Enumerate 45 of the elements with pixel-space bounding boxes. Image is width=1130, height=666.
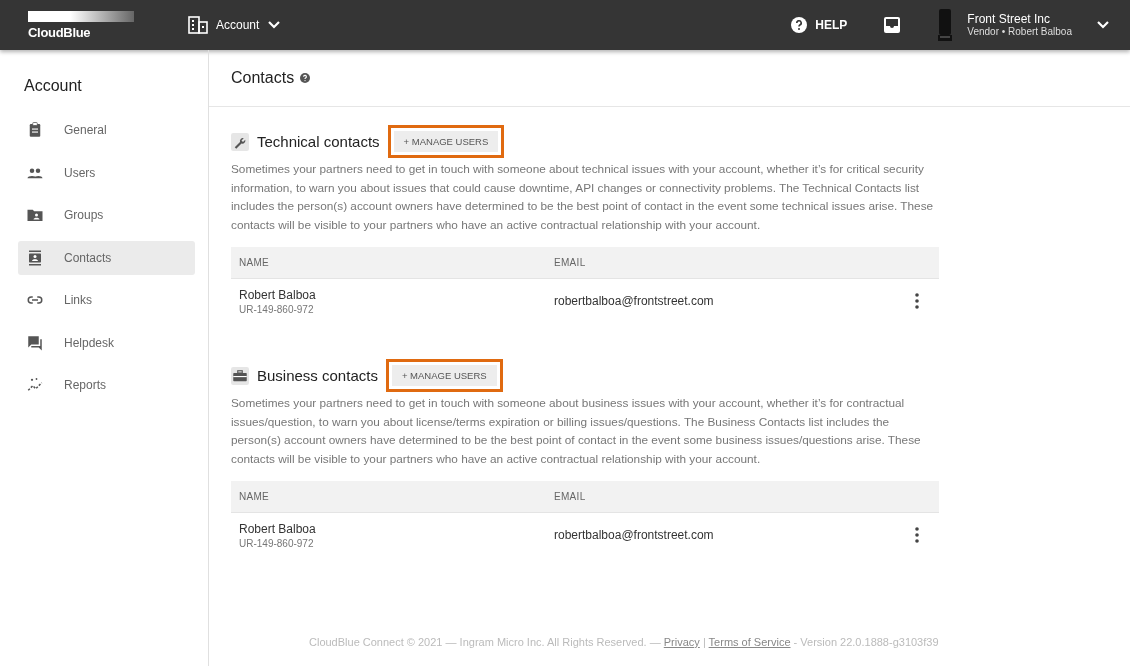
manage-users-button[interactable]: + MANAGE USERS [385, 359, 503, 392]
more-options-icon[interactable] [915, 293, 919, 309]
column-header: NAME [239, 257, 271, 268]
contact-id: UR-149-860-972 [239, 303, 315, 315]
sidebar-item[interactable]: Contacts [18, 240, 195, 275]
more-options-icon[interactable] [915, 527, 919, 543]
logo[interactable]: CloudBlue [28, 10, 134, 40]
wrench-icon [231, 132, 249, 151]
chat-icon [26, 333, 44, 352]
chevron-down-icon[interactable] [1096, 20, 1110, 30]
sidebar-item[interactable]: Helpdesk [18, 325, 195, 360]
privacy-link[interactable]: Privacy [663, 636, 700, 648]
help-icon [791, 17, 808, 33]
section-title: Business contacts [257, 367, 378, 384]
help-icon[interactable] [300, 73, 311, 83]
terms-link[interactable]: Terms of Service [708, 636, 791, 648]
page-title: Contacts [231, 69, 295, 87]
sidebar-item[interactable]: Users [18, 155, 195, 190]
contact-email: robertbalboa@frontstreet.com [554, 528, 715, 542]
contact-id: UR-149-860-972 [239, 537, 315, 549]
column-header: NAME [239, 491, 271, 502]
sidebar-item[interactable]: Reports [18, 368, 195, 402]
account-name: Front Street Inc [967, 11, 1051, 27]
account-menu-button[interactable]: Account [188, 16, 282, 34]
sidebar-item[interactable]: Groups [18, 198, 195, 232]
contact-icon [26, 248, 44, 267]
footer-text: CloudBlue Connect © 2021 — Ingram Micro Inc. All Rights Reserved. — Privacy | Terms of Service - Version 22.0.1888-g3103f39 [309, 636, 940, 648]
briefcase-icon [231, 366, 249, 385]
contact-name: Robert Balboa [239, 287, 317, 302]
building-icon [188, 16, 208, 34]
manage-users-button[interactable]: + MANAGE USERS [387, 125, 505, 158]
account-role: Vendor • Robert Balboa [967, 26, 1072, 39]
sidebar-item[interactable]: Links [18, 283, 195, 317]
chevron-down-icon [267, 20, 282, 30]
contact-name: Robert Balboa [239, 521, 317, 536]
section-description: Sometimes your partners need to get in touch with someone about business issues with your account, whether it’s for contractual issues/question, to warn you about license/terms expiration or billing issues/questions. The Business Contacts list includes the person(s) account owners have determined to be the best point of contact in the event some business issues/questions arise. These contacts will be visible to your partners who have an active contractual relationship with your account. [231, 395, 922, 468]
sidebar-item[interactable]: General [18, 113, 195, 147]
column-header: EMAIL [554, 257, 586, 268]
inbox-icon[interactable] [883, 16, 902, 34]
section-title: Technical contacts [257, 133, 380, 150]
sidebar-title: Account [23, 77, 83, 96]
section-description: Sometimes your partners need to get in touch with someone about technical issues with your account, whether it’s for critical security information, to warn you about issues that could cause downtime, API changes or connectivity problems. The Technical Contacts list includes the person(s) account owners have determined to be the best point of contact in the event some technical issues arise. These contacts will be visible to your partners who have an active contractual relationship with your account. [231, 161, 935, 234]
column-header: EMAIL [554, 491, 586, 502]
contact-email: robertbalboa@frontstreet.com [554, 294, 715, 308]
help-button[interactable]: HELP [791, 17, 848, 33]
